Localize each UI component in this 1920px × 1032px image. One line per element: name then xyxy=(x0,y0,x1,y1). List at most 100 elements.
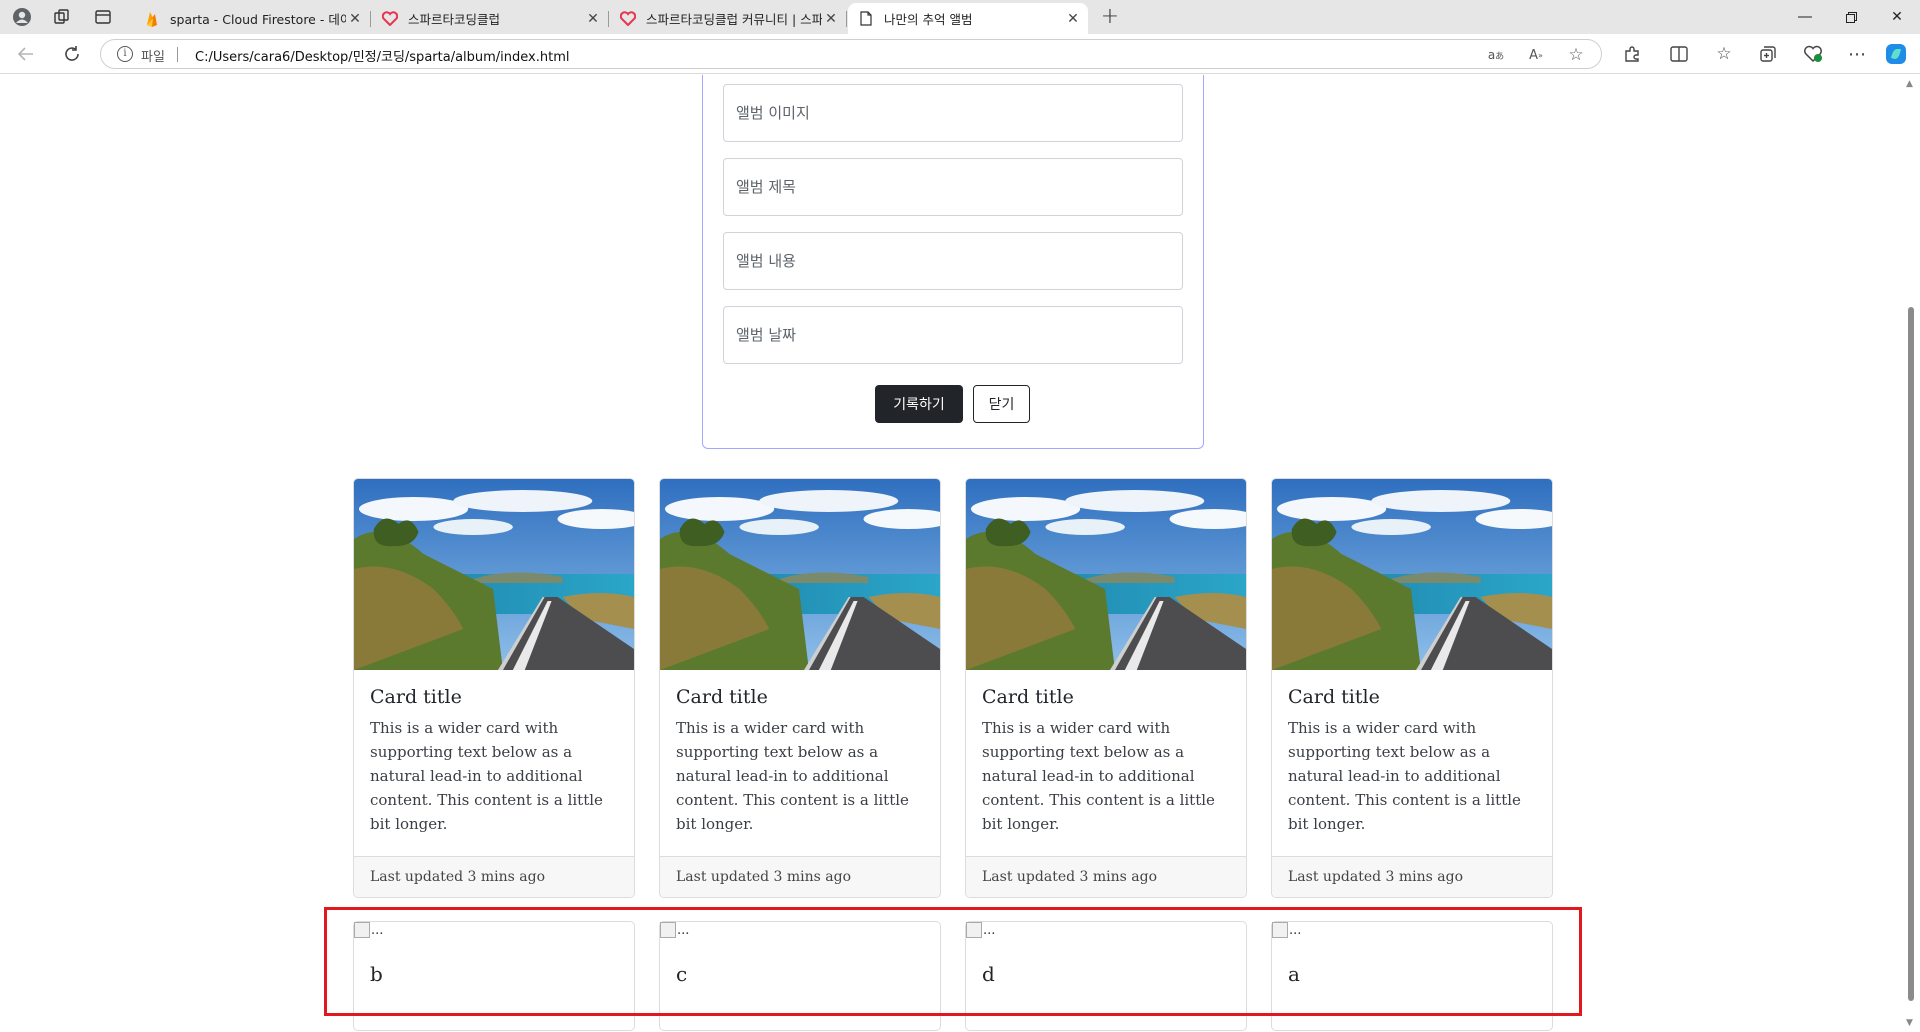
tab-sparta[interactable]: 스파르타코딩클럽 ✕ xyxy=(372,3,609,34)
card-title: Card title xyxy=(676,686,768,708)
card-body: Card title This is a wider card with sup… xyxy=(354,670,634,856)
card-title: Card title xyxy=(982,686,1074,708)
album-content-field[interactable] xyxy=(723,232,1183,290)
image-alt-text: ... xyxy=(371,922,384,938)
album-image-input[interactable] xyxy=(724,85,1182,141)
collections-icon[interactable] xyxy=(1756,42,1780,66)
album-card[interactable]: Card title This is a wider card with sup… xyxy=(1271,478,1553,898)
submit-button[interactable]: 기록하기 xyxy=(875,385,963,423)
new-tab-icon[interactable]: + xyxy=(1098,5,1122,29)
scheme-label: 파일 xyxy=(141,50,165,65)
album-card-mini[interactable]: ... a xyxy=(1271,921,1553,1031)
close-icon[interactable]: ✕ xyxy=(822,11,840,27)
tab-strip: sparta - Cloud Firestore - 데이터 ✕ 스파르타코딩클… xyxy=(0,0,1920,34)
split-screen-icon[interactable] xyxy=(1667,42,1691,66)
card-body: Card title This is a wider card with sup… xyxy=(1272,670,1552,856)
album-date-field[interactable] xyxy=(723,306,1183,364)
copilot-icon[interactable] xyxy=(1884,42,1908,66)
card-footer: Last updated 3 mins ago xyxy=(660,856,940,897)
extensions-icon[interactable] xyxy=(1620,42,1644,66)
address-bar[interactable]: i 파일 C:/Users/cara6/Desktop/민정/코딩/sparta… xyxy=(100,39,1602,69)
tab-title: 스파르타코딩클럽 커뮤니티 | 스파 xyxy=(646,12,822,27)
card-footer: Last updated 3 mins ago xyxy=(354,856,634,897)
card-body: Card title This is a wider card with sup… xyxy=(660,670,940,856)
card-text: This is a wider card with supporting tex… xyxy=(982,719,1215,833)
scroll-up-icon[interactable]: ▲ xyxy=(1906,79,1913,89)
card-image xyxy=(966,479,1246,670)
broken-image: ... xyxy=(660,922,689,938)
info-icon[interactable]: i xyxy=(117,46,133,62)
album-card-mini[interactable]: ... c xyxy=(659,921,941,1031)
broken-image-icon xyxy=(966,922,982,938)
scroll-thumb[interactable] xyxy=(1908,307,1914,1001)
profile-icon[interactable] xyxy=(10,5,34,29)
tab-firestore[interactable]: sparta - Cloud Firestore - 데이터 ✕ xyxy=(134,3,371,34)
browser-essentials-icon[interactable] xyxy=(1801,42,1825,66)
refresh-icon[interactable] xyxy=(60,42,84,66)
translate-icon[interactable]: aあ xyxy=(1485,44,1507,66)
tab-album[interactable]: 나만의 추억 앨범 ✕ xyxy=(848,3,1088,34)
url-text[interactable]: C:/Users/cara6/Desktop/민정/코딩/sparta/albu… xyxy=(195,46,570,65)
card-title: b xyxy=(370,962,383,986)
favorites-icon[interactable]: ☆ xyxy=(1712,42,1736,66)
card-footer: Last updated 3 mins ago xyxy=(1272,856,1552,897)
broken-image: ... xyxy=(966,922,995,938)
close-icon[interactable]: ✕ xyxy=(1064,11,1082,27)
restore-icon[interactable] xyxy=(1828,0,1874,34)
card-text: This is a wider card with supporting tex… xyxy=(676,719,909,833)
album-date-input[interactable] xyxy=(724,307,1182,363)
more-options-icon[interactable]: ⋯ xyxy=(1845,42,1869,66)
address-toolbar: i 파일 C:/Users/cara6/Desktop/민정/코딩/sparta… xyxy=(0,34,1920,74)
card-title: d xyxy=(982,962,995,986)
divider xyxy=(177,47,178,62)
back-icon[interactable] xyxy=(14,42,38,66)
close-icon[interactable]: ✕ xyxy=(346,11,364,27)
album-image-field[interactable] xyxy=(723,84,1183,142)
card-text: This is a wider card with supporting tex… xyxy=(370,719,603,833)
album-content-input[interactable] xyxy=(724,233,1182,289)
broken-image: ... xyxy=(354,922,383,938)
read-aloud-icon[interactable]: A» xyxy=(1525,44,1547,66)
broken-image-icon xyxy=(660,922,676,938)
tab-title: sparta - Cloud Firestore - 데이터 xyxy=(170,12,346,27)
firebase-icon xyxy=(144,11,160,27)
album-title-input[interactable] xyxy=(724,159,1182,215)
card-text: This is a wider card with supporting tex… xyxy=(1288,719,1521,833)
close-window-icon[interactable]: ✕ xyxy=(1874,0,1920,34)
close-button[interactable]: 닫기 xyxy=(973,385,1030,423)
album-card[interactable]: Card title This is a wider card with sup… xyxy=(965,478,1247,898)
image-alt-text: ... xyxy=(983,922,996,938)
tab-title: 나만의 추억 앨범 xyxy=(884,12,973,27)
card-body: Card title This is a wider card with sup… xyxy=(966,670,1246,856)
tab-actions-icon[interactable] xyxy=(91,5,115,29)
workspaces-icon[interactable] xyxy=(50,5,74,29)
broken-image-icon xyxy=(1272,922,1288,938)
album-card-mini[interactable]: ... d xyxy=(965,921,1247,1031)
card-image xyxy=(1272,479,1552,670)
tab-title: 스파르타코딩클럽 xyxy=(408,12,501,27)
album-post-form: 기록하기 닫기 xyxy=(702,75,1204,449)
sparta-heart-icon xyxy=(620,11,636,27)
card-image xyxy=(660,479,940,670)
card-image xyxy=(354,479,634,670)
card-title: Card title xyxy=(1288,686,1380,708)
page-viewport: 기록하기 닫기 xyxy=(0,75,1902,1032)
minimize-icon[interactable]: ― xyxy=(1782,0,1828,34)
card-title: Card title xyxy=(370,686,462,708)
page-scrollbar[interactable]: ▲ ▼ xyxy=(1902,75,1920,1032)
scroll-down-icon[interactable]: ▼ xyxy=(1906,1018,1913,1028)
tab-sparta-community[interactable]: 스파르타코딩클럽 커뮤니티 | 스파 ✕ xyxy=(610,3,847,34)
sparta-heart-icon xyxy=(382,11,398,27)
album-title-field[interactable] xyxy=(723,158,1183,216)
broken-image: ... xyxy=(1272,922,1301,938)
page-icon xyxy=(858,11,874,27)
favorite-star-icon[interactable]: ☆ xyxy=(1565,44,1587,66)
card-footer: Last updated 3 mins ago xyxy=(966,856,1246,897)
broken-image-icon xyxy=(354,922,370,938)
album-card-mini[interactable]: ... b xyxy=(353,921,635,1031)
album-card[interactable]: Card title This is a wider card with sup… xyxy=(659,478,941,898)
close-icon[interactable]: ✕ xyxy=(584,11,602,27)
card-title: c xyxy=(676,962,688,986)
album-card[interactable]: Card title This is a wider card with sup… xyxy=(353,478,635,898)
image-alt-text: ... xyxy=(1289,922,1302,938)
